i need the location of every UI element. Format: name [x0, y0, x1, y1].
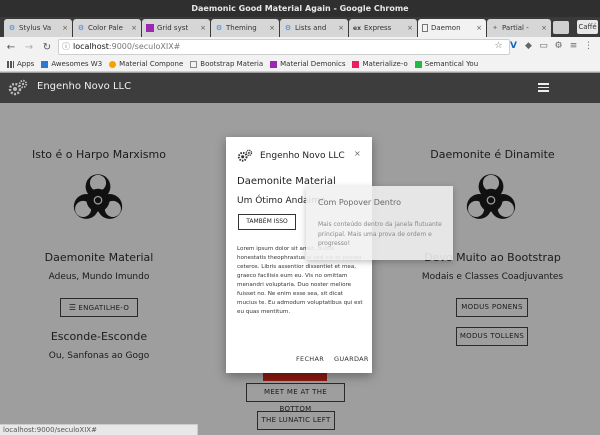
toolbar-icons: ☆ V ◆ ▭ ⚙ ≡ ⋮	[492, 40, 597, 53]
gear-icon: ⚙	[284, 24, 292, 32]
new-tab-button[interactable]	[553, 21, 569, 34]
status-url: localhost:9000/seculoXIX#	[0, 424, 198, 435]
gears-logo-icon	[237, 149, 253, 162]
forward-icon[interactable]: →	[22, 40, 36, 54]
bookmark-apps[interactable]: Apps	[7, 60, 34, 68]
w3-icon	[41, 60, 49, 68]
square-icon	[146, 24, 154, 32]
hamburger-menu-icon[interactable]	[538, 83, 549, 92]
meet-bottom-button[interactable]: MEET ME AT THE BOTTOM	[246, 383, 345, 413]
close-icon[interactable]: ×	[200, 24, 206, 32]
window-title: Daemonic Good Material Again - Google Ch…	[0, 0, 600, 17]
close-icon[interactable]: ×	[269, 24, 275, 32]
left-section-title: Esconde-Esconde	[50, 330, 148, 343]
bookmark-material-demonics[interactable]: Material Demonics	[270, 60, 345, 68]
right-subheading: Modais e Classes Coadjuvantes	[421, 272, 564, 282]
popover-body: Mais conteúdo dentro da janela flutuante…	[318, 221, 442, 247]
tab-partial[interactable]: ✦ Partial - ×	[487, 19, 551, 37]
page-icon	[422, 24, 428, 32]
star-icon[interactable]: ☆	[492, 40, 505, 53]
gear-icon: ⚙	[215, 24, 223, 32]
back-icon[interactable]: ←	[4, 40, 18, 54]
gear-icon: ⚙	[8, 24, 16, 32]
express-icon: ex	[353, 24, 361, 32]
biohazard-icon	[73, 174, 123, 219]
fechar-button[interactable]: FECHAR	[296, 355, 324, 363]
tab-theming[interactable]: ⚙ Theming ×	[211, 19, 279, 37]
popover-title: Com Popover Dentro	[318, 198, 402, 207]
app-navbar: Engenho Novo LLC	[0, 73, 600, 103]
bookmark-semantical[interactable]: Semantical You	[414, 60, 478, 68]
bookmarks-bar: Apps Awesomes W3 Material Compone Bootst…	[0, 57, 600, 72]
square-icon	[270, 60, 278, 68]
popover: Com Popover Dentro Mais conteúdo dentro …	[306, 186, 453, 260]
tab-lists[interactable]: ⚙ Lists and ×	[280, 19, 348, 37]
biohazard-icon	[466, 174, 516, 219]
list-icon: ☰	[68, 303, 77, 312]
address-bar[interactable]: ⓘ localhost:9000/seculoXIX#	[58, 39, 510, 55]
profile-button[interactable]: Caffé	[577, 20, 598, 34]
modus-tollens-button[interactable]: MODUS TOLLENS	[456, 327, 528, 346]
tab-daemonic[interactable]: Daemon ×	[418, 19, 486, 37]
tab-grid-system[interactable]: Grid syst ×	[142, 19, 210, 37]
left-subheading: Adeus, Mundo Imundo	[48, 272, 150, 282]
close-icon[interactable]: ×	[338, 24, 344, 32]
modal-brand: Engenho Novo LLC	[260, 151, 345, 161]
browser-toolbar: ← → ↻ ⓘ localhost:9000/seculoXIX# ☆ V ◆ …	[0, 37, 600, 57]
tab-strip: ⚙ Stylus Va × ⚙ Color Pale × Grid syst × ⚙ …	[0, 17, 600, 37]
gears-logo-icon	[8, 79, 28, 96]
close-icon[interactable]: ×	[131, 24, 137, 32]
left-heading: Daemonite Material	[44, 251, 154, 264]
tab-express[interactable]: ex Express ×	[349, 19, 417, 37]
close-icon[interactable]: ×	[541, 24, 547, 32]
extension-layers-icon[interactable]: ≡	[567, 40, 580, 53]
guardar-button[interactable]: GUARDAR	[334, 355, 369, 363]
tab-stylus[interactable]: ⚙ Stylus Va ×	[4, 19, 72, 37]
engatilhe-button[interactable]: ☰ ENGATILHE-O	[60, 298, 138, 317]
extension-v-icon[interactable]: V	[507, 40, 520, 53]
right-title: Daemonite é Dinamite	[430, 148, 555, 161]
extension-screen-icon[interactable]: ▭	[537, 40, 550, 53]
bookmark-materialize[interactable]: Materialize-o	[352, 60, 408, 68]
bookmark-material-components[interactable]: Material Compone	[109, 60, 183, 68]
menu-dots-icon[interactable]: ⋮	[582, 40, 595, 53]
m-icon	[352, 60, 360, 68]
modus-ponens-button[interactable]: MODUS PONENS	[456, 298, 528, 317]
app-brand[interactable]: Engenho Novo LLC	[37, 81, 131, 92]
left-title: Isto é o Harpo Marxismo	[32, 148, 166, 161]
bookmark-bootstrap-material[interactable]: Bootstrap Materia	[190, 60, 263, 68]
reload-icon[interactable]: ↻	[40, 40, 54, 54]
page-icon	[190, 60, 198, 68]
gear-icon: ⚙	[77, 24, 85, 32]
modal-actions: FECHAR GUARDAR	[226, 355, 372, 367]
close-icon[interactable]: ×	[407, 24, 413, 32]
close-icon[interactable]: ×	[62, 24, 68, 32]
tambem-isso-button[interactable]: TAMBÉM ISSO	[238, 214, 296, 230]
lunatic-left-button[interactable]: THE LUNATIC LEFT	[257, 411, 335, 430]
left-section-sub: Ou, Sanfonas ao Gogo	[48, 351, 150, 361]
puzzle-icon: ✦	[492, 24, 498, 32]
extension-drop-icon[interactable]: ◆	[522, 40, 535, 53]
extension-gear-icon[interactable]: ⚙	[552, 40, 565, 53]
close-icon[interactable]: ×	[476, 24, 482, 32]
apps-grid-icon	[7, 60, 14, 68]
bookmark-awesomes[interactable]: Awesomes W3	[41, 60, 102, 68]
modal-close-icon[interactable]: ×	[354, 149, 361, 158]
info-icon[interactable]: ⓘ	[62, 40, 70, 54]
s-icon	[414, 60, 422, 68]
tab-color-palette[interactable]: ⚙ Color Pale ×	[73, 19, 141, 37]
material-icon	[109, 60, 117, 68]
